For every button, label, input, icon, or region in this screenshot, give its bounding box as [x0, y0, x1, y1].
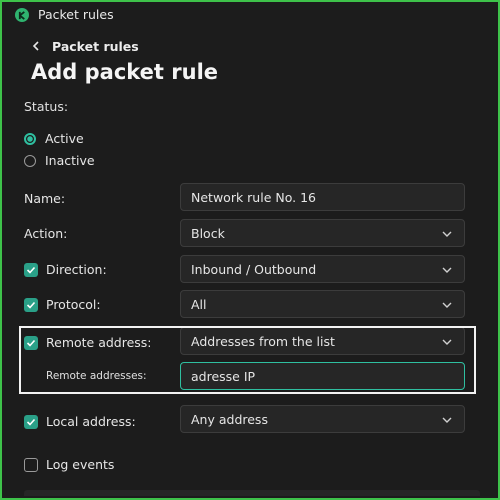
- action-value: Block: [191, 225, 225, 241]
- log-events-checkbox[interactable]: [24, 457, 38, 472]
- log-events-label: Log events: [46, 457, 115, 472]
- remote-addresses-value: adresse IP: [191, 368, 256, 384]
- window-title: Packet rules: [38, 7, 114, 22]
- status-option-label: Inactive: [45, 153, 95, 168]
- remote-address-label: Remote address:: [46, 335, 152, 350]
- remote-address-value: Addresses from the list: [191, 333, 335, 349]
- checkmark-icon: [26, 418, 36, 426]
- name-field[interactable]: Network rule No. 16: [180, 183, 465, 211]
- name-label: Name:: [24, 191, 65, 206]
- remote-addresses-label: Remote addresses:: [46, 370, 147, 382]
- action-label: Action:: [24, 226, 67, 241]
- action-select[interactable]: Block: [180, 219, 465, 247]
- app-window: Packet rules Packet rules Add packet rul…: [0, 0, 500, 500]
- chevron-down-icon: [442, 417, 452, 423]
- checkmark-icon: [26, 301, 36, 309]
- direction-value: Inbound / Outbound: [191, 261, 317, 277]
- direction-label: Direction:: [46, 262, 107, 277]
- chevron-down-icon: [442, 339, 452, 345]
- title-bar: Packet rules: [2, 2, 498, 28]
- direction-checkbox[interactable]: [24, 262, 38, 277]
- status-option-label: Active: [45, 131, 84, 146]
- chevron-left-icon: [32, 41, 39, 51]
- remote-address-select[interactable]: Addresses from the list: [180, 327, 465, 355]
- checkmark-icon: [26, 266, 36, 274]
- name-label-text: Name:: [24, 191, 66, 206]
- name-value: Network rule No. 16: [191, 189, 316, 205]
- remote-address-row-label: Remote address:: [24, 335, 152, 350]
- action-label-text: Action:: [24, 226, 68, 241]
- status-label: Status:: [24, 99, 69, 114]
- status-inactive-radio[interactable]: Inactive: [24, 153, 95, 168]
- status-active-radio[interactable]: Active: [24, 131, 84, 146]
- checkmark-icon: [26, 339, 36, 347]
- remote-address-checkbox[interactable]: [24, 335, 38, 350]
- protocol-label: Protocol:: [46, 297, 101, 312]
- local-address-select[interactable]: Any address: [180, 405, 465, 433]
- back-label: Packet rules: [52, 38, 139, 54]
- page-title: Add packet rule: [31, 60, 219, 84]
- local-address-row-label: Local address:: [24, 414, 136, 429]
- chevron-down-icon: [442, 231, 452, 237]
- protocol-select[interactable]: All: [180, 290, 465, 318]
- local-address-value: Any address: [191, 411, 268, 427]
- protocol-checkbox[interactable]: [24, 297, 38, 312]
- chevron-down-icon: [442, 267, 452, 273]
- direction-select[interactable]: Inbound / Outbound: [180, 255, 465, 283]
- app-logo-icon: [15, 8, 29, 22]
- local-address-checkbox[interactable]: [24, 414, 38, 429]
- protocol-row-label: Protocol:: [24, 297, 101, 312]
- direction-row-label: Direction:: [24, 262, 107, 277]
- chevron-down-icon: [442, 302, 452, 308]
- local-address-label: Local address:: [46, 414, 136, 429]
- bottom-panel-edge: [24, 490, 480, 496]
- protocol-value: All: [191, 296, 207, 312]
- remote-addresses-input[interactable]: adresse IP: [180, 362, 465, 390]
- back-button[interactable]: Packet rules: [30, 36, 139, 56]
- radio-selected-icon: [24, 132, 36, 145]
- log-events-row: Log events: [24, 457, 114, 472]
- radio-unselected-icon: [24, 154, 36, 167]
